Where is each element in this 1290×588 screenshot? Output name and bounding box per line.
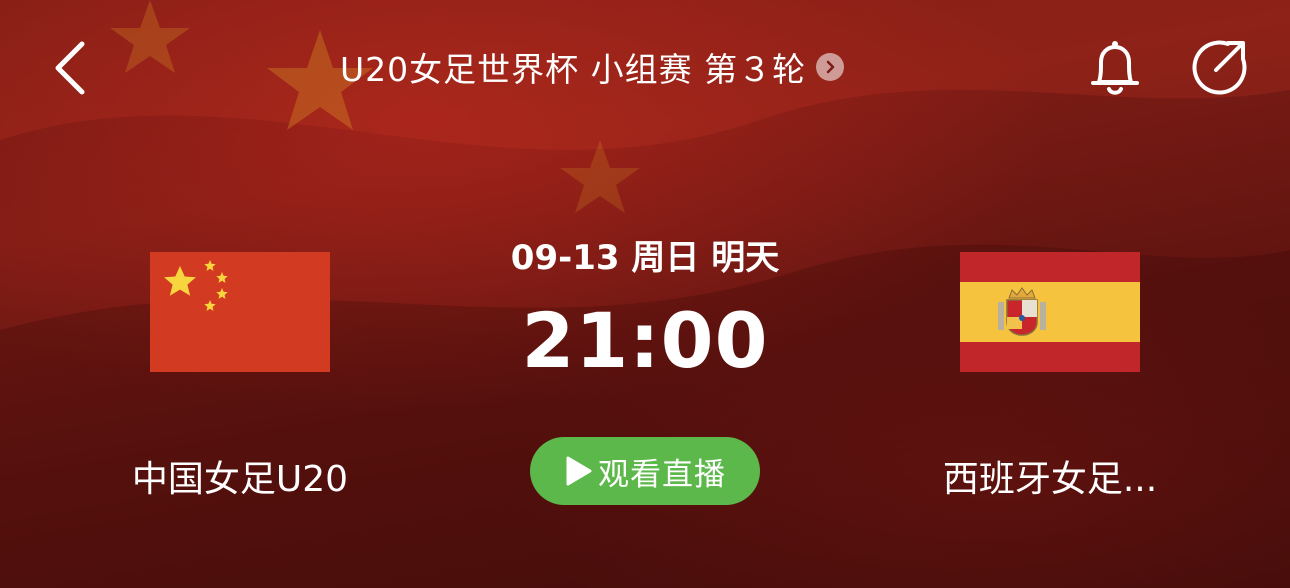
match-date: 09-13 周日 明天	[510, 238, 780, 278]
away-team-name[interactable]: 西班牙女足...	[890, 450, 1210, 502]
match-screen: U20女足世界杯 小组赛 第３轮 09-13 周日 明天 21:00 中国女足U…	[0, 0, 1290, 588]
notification-button[interactable]	[1085, 36, 1145, 98]
home-team-name[interactable]: 中国女足U20	[80, 450, 400, 502]
play-icon	[566, 456, 592, 486]
bell-icon	[1091, 41, 1139, 95]
competition-title: U20女足世界杯 小组赛 第３轮	[340, 50, 807, 89]
watch-live-label: 观看直播	[598, 456, 726, 493]
share-button[interactable]	[1188, 36, 1250, 98]
share-icon	[1192, 40, 1247, 95]
competition-title-link[interactable]: U20女足世界杯 小组赛 第３轮	[340, 42, 960, 92]
back-button[interactable]	[46, 38, 100, 98]
chevron-left-icon	[55, 41, 85, 95]
chevron-right-icon	[816, 53, 845, 81]
match-time: 21:00	[521, 296, 769, 385]
watch-live-button[interactable]: 观看直播	[530, 437, 760, 505]
